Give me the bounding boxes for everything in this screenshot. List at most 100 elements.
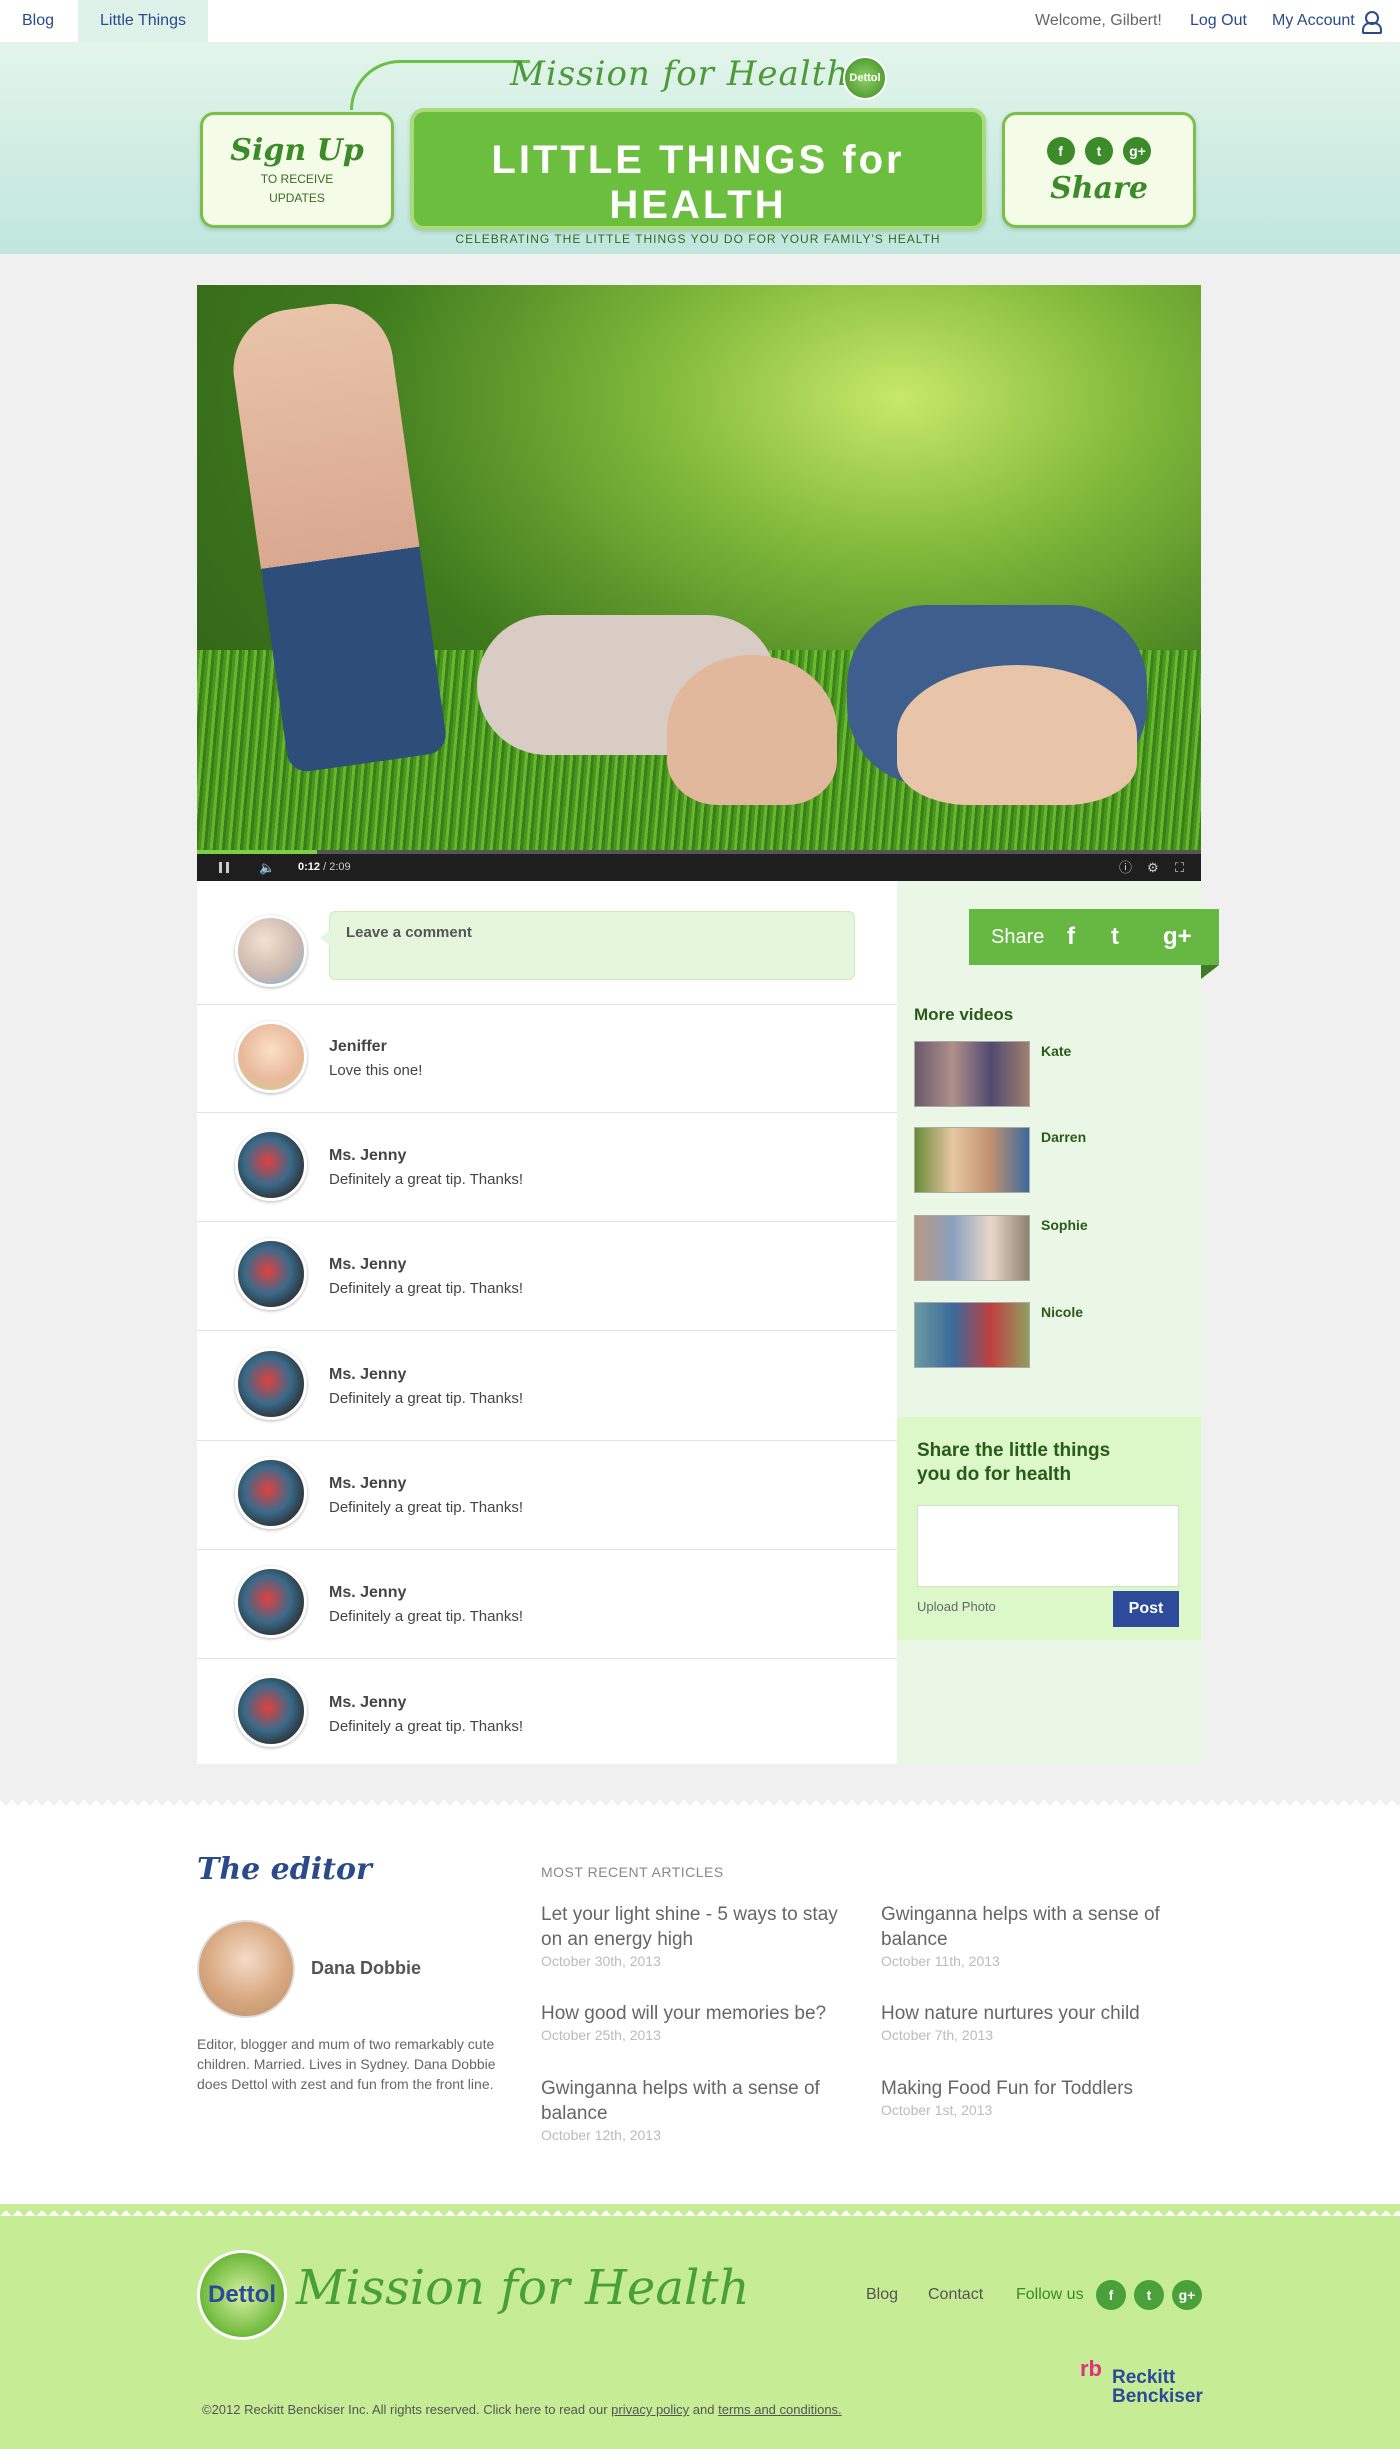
logout-link[interactable]: Log Out [1190,0,1247,42]
post-button[interactable]: Post [1113,1591,1179,1627]
dettol-logo-text: Dettol [208,2281,276,2308]
signup-button[interactable]: Sign Up TO RECEIVE UPDATES [200,112,394,228]
facebook-icon[interactable]: f [1046,137,1075,165]
article-item[interactable]: Gwinganna helps with a sense of balance … [881,1902,1181,1969]
twitter-icon[interactable]: t [1111,909,1119,965]
terms-link[interactable]: terms and conditions. [718,2402,842,2417]
signup-sub-2: UPDATES [269,191,325,205]
info-icon[interactable]: ⓘ [1119,854,1132,881]
reckitt-benckiser-mark-icon: rb [1080,2356,1102,2381]
comment-input[interactable]: Leave a comment [320,911,855,980]
twitter-icon[interactable]: t [1085,137,1113,165]
user-icon [1361,10,1382,34]
editor-name: Dana Dobbie [311,1958,422,1978]
copyright-main: ©2012 Reckitt Benckiser Inc. All rights … [202,2402,612,2417]
video-thumbnail[interactable] [914,1041,1030,1107]
footer: Dettol Mission for Health Blog Contact F… [0,2210,1400,2449]
comment-text: Definitely a great tip. Thanks! [329,1280,523,1297]
header-share-box: f t g+ Share [1002,112,1196,228]
video-player[interactable]: 🔈 0:12 / 2:09 ⓘ ⚙ ⛶ [197,285,1201,881]
article-title[interactable]: Let your light shine - 5 ways to stay on… [541,1902,841,1952]
more-videos-title: More videos [914,1005,1014,1024]
comments-panel: Leave a comment Jeniffer Love this one! … [197,881,897,1764]
facebook-icon[interactable]: f [1096,2280,1126,2310]
video-thumbnail[interactable] [914,1127,1030,1193]
video-link[interactable]: Kate [1041,1043,1071,1059]
article-item[interactable]: Let your light shine - 5 ways to stay on… [541,1902,841,1969]
campaign-title: LITTLE THINGS for HEALTH [491,138,905,227]
avatar [235,1457,307,1529]
comment-item: Ms. Jenny Definitely a great tip. Thanks… [197,1222,897,1331]
comment-author: Ms. Jenny [329,1147,407,1164]
avatar [235,1021,307,1093]
avatar [235,1348,307,1420]
welcome-text: Welcome, Gilbert! [1035,12,1162,29]
article-date: October 11th, 2013 [881,1953,1000,1969]
recent-articles-heading: MOST RECENT ARTICLES [541,1864,724,1880]
reckitt-benckiser-logo: Reckitt Benckiser [1112,2368,1203,2406]
avatar [235,1675,307,1747]
article-item[interactable]: Making Food Fun for Toddlers October 1st… [881,2076,1181,2118]
comment-item: Ms. Jenny Definitely a great tip. Thanks… [197,1331,897,1441]
volume-icon[interactable]: 🔈 [259,854,275,881]
article-date: October 25th, 2013 [541,2027,661,2043]
editor-avatar [197,1920,295,2018]
article-item[interactable]: How good will your memories be? October … [541,2001,841,2043]
header-share-label: Share [1050,171,1148,206]
current-user-avatar [235,915,307,987]
twitter-icon[interactable]: t [1134,2280,1164,2310]
video-thumbnail[interactable] [914,1215,1030,1281]
share-photo-form: Share the little things you do for healt… [897,1417,1201,1640]
footer-blog-link[interactable]: Blog [866,2286,898,2304]
dettol-badge: Dettol [843,56,887,100]
google-plus-icon[interactable]: g+ [1123,137,1152,165]
google-plus-icon[interactable]: g+ [1163,909,1192,965]
brand-swoosh [350,60,530,110]
comment-text: Love this one! [329,1062,423,1079]
footer-zigzag [0,2204,1400,2216]
avatar [235,1238,307,1310]
copyright-and: and [689,2402,719,2417]
comment-text: Definitely a great tip. Thanks! [329,1718,523,1735]
comment-text: Definitely a great tip. Thanks! [329,1390,523,1407]
article-title[interactable]: Gwinganna helps with a sense of balance [881,1902,1181,1952]
campaign-subtitle: CELEBRATING THE LITTLE THINGS YOU DO FOR… [455,232,941,246]
article-date: October 7th, 2013 [881,2027,994,2043]
video-thumbnail[interactable] [914,1302,1030,1368]
editor-heading: The editor [197,1852,372,1887]
article-title[interactable]: How good will your memories be? [541,2001,841,2026]
brand-logo-text: Mission for Health [510,54,850,94]
video-link[interactable]: Darren [1041,1129,1086,1145]
article-title[interactable]: How nature nurtures your child [881,2001,1181,2026]
comment-item: Ms. Jenny Definitely a great tip. Thanks… [197,1441,897,1550]
google-plus-icon[interactable]: g+ [1172,2280,1202,2310]
upload-photo-link[interactable]: Upload Photo [917,1599,996,1614]
comment-author: Jeniffer [329,1038,387,1055]
signup-label: Sign Up [230,133,364,168]
editor-bio: Editor, blogger and mum of two remarkabl… [197,2036,496,2092]
article-item[interactable]: How nature nurtures your child October 7… [881,2001,1181,2043]
tab-blog[interactable]: Blog [0,0,76,42]
footer-brand-text: Mission for Health [296,2260,750,2316]
privacy-policy-link[interactable]: privacy policy [611,2402,689,2417]
video-link[interactable]: Nicole [1041,1304,1083,1320]
share-textarea[interactable] [917,1505,1179,1587]
comment-author: Ms. Jenny [329,1584,407,1601]
avatar [235,1566,307,1638]
article-item[interactable]: Gwinganna helps with a sense of balance … [541,2076,841,2143]
my-account-link[interactable]: My Account [1272,0,1382,42]
share-form-title: Share the little things you do for healt… [917,1440,1111,1485]
fullscreen-icon[interactable]: ⛶ [1175,854,1184,881]
facebook-icon[interactable]: f [1067,909,1075,965]
footer-contact-link[interactable]: Contact [928,2286,983,2304]
article-date: October 12th, 2013 [541,2127,661,2143]
video-time: 0:12 / 2:09 [298,854,351,881]
settings-icon[interactable]: ⚙ [1147,854,1159,881]
campaign-title-banner: LITTLE THINGS for HEALTH CELEBRATING THE… [410,108,986,246]
article-title[interactable]: Making Food Fun for Toddlers [881,2076,1181,2101]
video-controls: 🔈 0:12 / 2:09 ⓘ ⚙ ⛶ [197,854,1201,881]
tab-little-things[interactable]: Little Things [78,0,208,42]
video-link[interactable]: Sophie [1041,1217,1088,1233]
pause-icon[interactable] [219,862,229,873]
article-title[interactable]: Gwinganna helps with a sense of balance [541,2076,841,2126]
